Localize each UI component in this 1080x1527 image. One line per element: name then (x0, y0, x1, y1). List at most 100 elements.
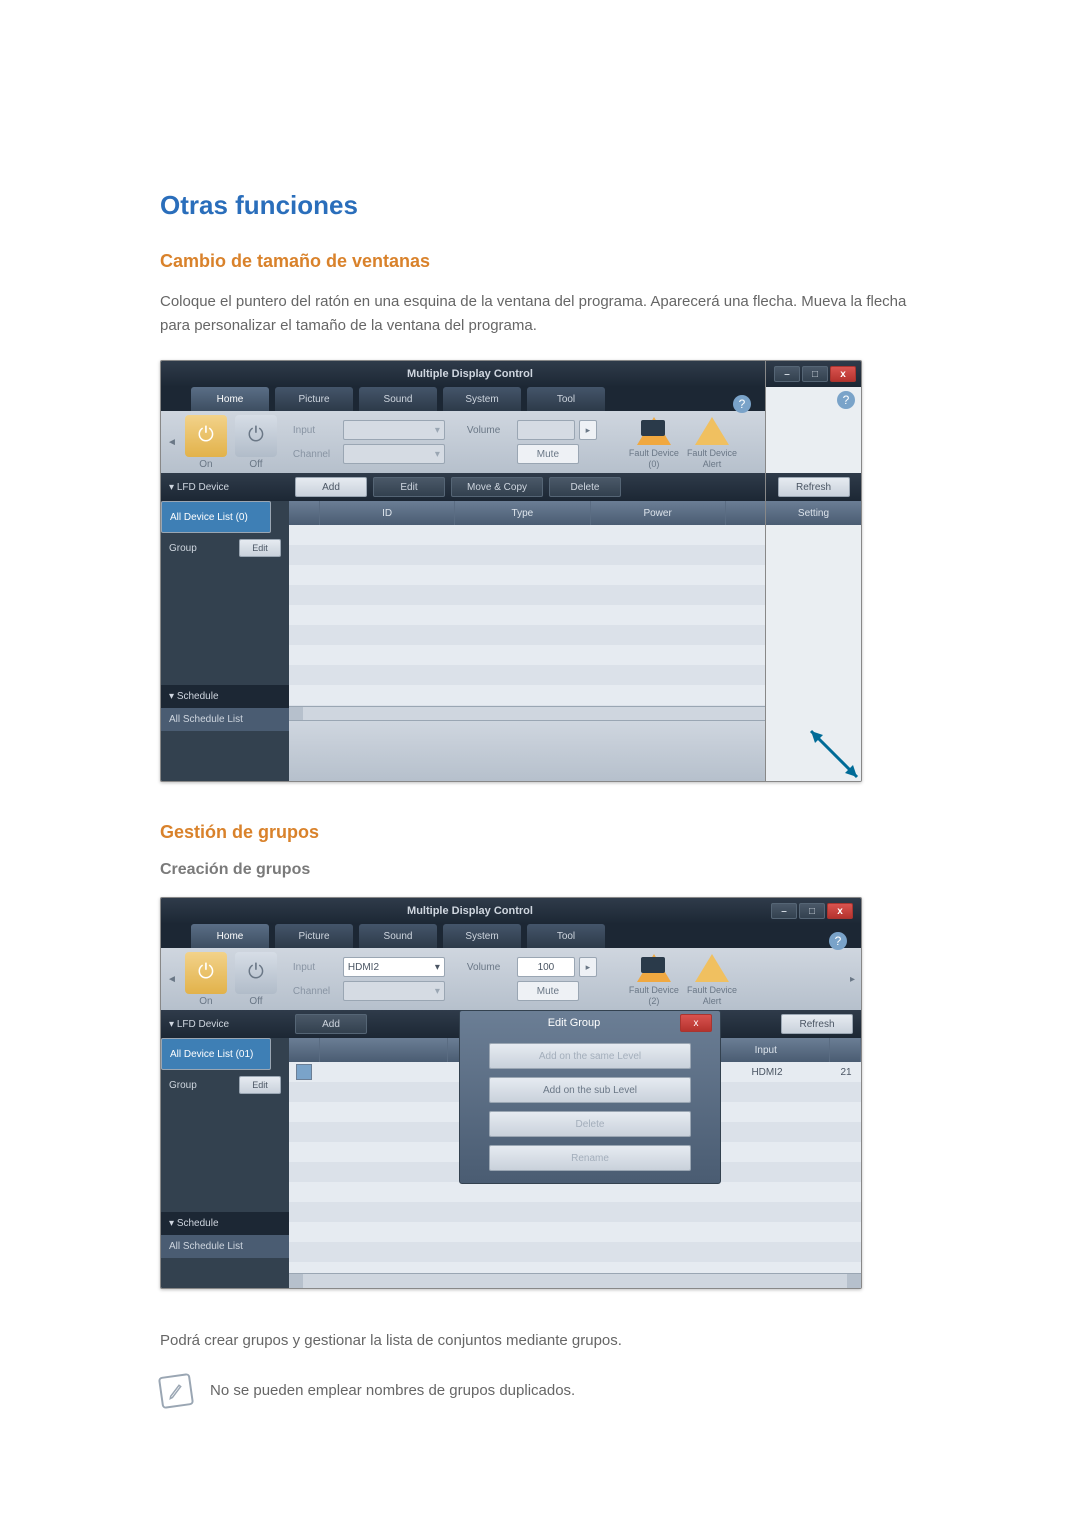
volume-up-button[interactable]: ▸ (579, 957, 597, 977)
channel-select[interactable]: ▾ (343, 981, 445, 1001)
power-off-label: Off (249, 459, 262, 470)
schedule-section[interactable]: ▾ Schedule (161, 685, 289, 708)
input-label: Input (293, 962, 339, 973)
action-bar: ▾ LFD Device Add Edit Move & Copy Delete… (161, 473, 861, 501)
help-icon[interactable]: ? (837, 391, 855, 409)
all-schedule-list[interactable]: All Schedule List (161, 1235, 289, 1258)
power-off-button[interactable]: ⏻ (235, 952, 277, 994)
move-copy-button[interactable]: Move & Copy (451, 477, 543, 497)
all-device-list[interactable]: All Device List (01) (161, 1038, 271, 1070)
edit-button[interactable]: Edit (373, 477, 445, 497)
help-icon[interactable]: ? (829, 932, 847, 950)
dialog-delete-button[interactable]: Delete (489, 1111, 691, 1137)
help-icon[interactable]: ? (733, 395, 751, 413)
volume-label: Volume (467, 962, 513, 973)
fault-device-count: (0) (648, 459, 659, 470)
refresh-button[interactable]: Refresh (781, 1014, 853, 1034)
group-row[interactable]: GroupEdit (161, 1070, 289, 1100)
resize-description: Coloque el puntero del ratón en una esqu… (160, 290, 920, 338)
toolbar: ◄ ⏻On ⏻Off InputHDMI2▾ Channel▾ Volume10… (161, 948, 861, 1010)
window-close-button[interactable]: x (827, 903, 853, 919)
fault-device-label: Fault Device (629, 448, 679, 459)
col-setting[interactable]: Setting (766, 501, 861, 525)
mute-button[interactable]: Mute (517, 981, 579, 1001)
add-same-level-button[interactable]: Add on the same Level (489, 1043, 691, 1069)
fault-alert-label: Fault Device (687, 985, 737, 996)
all-schedule-list[interactable]: All Schedule List (161, 708, 289, 731)
row-checkbox[interactable] (296, 1064, 312, 1080)
volume-value[interactable] (517, 420, 575, 440)
window-close-button[interactable]: x (830, 366, 856, 382)
lfd-device-section[interactable]: ▾ LFD Device (169, 1019, 289, 1030)
screenshot-groups: Multiple Display Control – □ x ? Home Pi… (160, 897, 862, 1289)
main-tabs: Home Picture Sound System Tool (161, 924, 861, 948)
add-button[interactable]: Add (295, 477, 367, 497)
tab-picture[interactable]: Picture (275, 924, 353, 948)
group-row[interactable]: GroupEdit (161, 533, 289, 563)
input-select[interactable]: HDMI2▾ (343, 957, 445, 977)
fault-device-count: (2) (648, 996, 659, 1007)
tab-tool[interactable]: Tool (527, 924, 605, 948)
mute-button[interactable]: Mute (517, 444, 579, 464)
window-title: Multiple Display Control (169, 905, 771, 917)
channel-select[interactable]: ▾ (343, 444, 445, 464)
volume-value[interactable]: 100 (517, 957, 575, 977)
tab-system[interactable]: System (443, 924, 521, 948)
col-input[interactable]: Input (703, 1038, 831, 1062)
tab-system[interactable]: System (443, 387, 521, 411)
window-min-button[interactable]: – (771, 903, 797, 919)
scroll-right-icon[interactable]: ▸ (850, 974, 855, 985)
note-icon (158, 1373, 194, 1409)
fault-alert-sub: Alert (703, 459, 722, 470)
dialog-rename-button[interactable]: Rename (489, 1145, 691, 1171)
main-tabs: Home Picture Sound System Tool (161, 387, 861, 411)
col-id[interactable]: ID (320, 501, 455, 525)
window-max-button[interactable]: □ (802, 366, 828, 382)
scroll-left-icon[interactable]: ◄ (167, 437, 177, 448)
secondary-window: – □ x ? Refresh Setting (765, 361, 861, 781)
power-on-button[interactable]: ⏻ (185, 415, 227, 457)
toolbar: ◄ ⏻On ⏻Off Input▾ Channel▾ Volume▸ Mute … (161, 411, 861, 473)
device-table: wer Input HDMI2 21 Edit Group x (289, 1038, 861, 1288)
row-id: 21 (831, 1067, 861, 1078)
channel-label: Channel (293, 986, 339, 997)
add-button[interactable]: Add (295, 1014, 367, 1034)
window-min-button[interactable]: – (774, 366, 800, 382)
fault-alert-icon[interactable] (693, 414, 731, 448)
col-power[interactable]: Power (591, 501, 726, 525)
channel-label: Channel (293, 449, 339, 460)
volume-up-button[interactable]: ▸ (579, 420, 597, 440)
tab-sound[interactable]: Sound (359, 924, 437, 948)
section-resize-heading: Cambio de tamaño de ventanas (160, 251, 920, 272)
window-max-button[interactable]: □ (799, 903, 825, 919)
lfd-device-section[interactable]: ▾ LFD Device (169, 482, 289, 493)
input-label: Input (293, 425, 339, 436)
add-sub-level-button[interactable]: Add on the sub Level (489, 1077, 691, 1103)
fault-device-label: Fault Device (629, 985, 679, 996)
power-on-label: On (199, 459, 212, 470)
tab-home[interactable]: Home (191, 924, 269, 948)
fault-alert-icon[interactable] (693, 951, 731, 985)
tab-tool[interactable]: Tool (527, 387, 605, 411)
fault-device-icon[interactable] (635, 414, 673, 448)
schedule-section[interactable]: ▾ Schedule (161, 1212, 289, 1235)
all-device-list[interactable]: All Device List (0) (161, 501, 271, 533)
group-edit-button[interactable]: Edit (239, 1076, 281, 1094)
dialog-close-button[interactable]: x (680, 1014, 712, 1032)
input-select[interactable]: ▾ (343, 420, 445, 440)
power-on-button[interactable]: ⏻ (185, 952, 227, 994)
tab-sound[interactable]: Sound (359, 387, 437, 411)
power-off-button[interactable]: ⏻ (235, 415, 277, 457)
h-scrollbar[interactable] (289, 1273, 861, 1288)
page-title: Otras funciones (160, 190, 920, 221)
refresh-button[interactable]: Refresh (778, 477, 850, 497)
delete-button[interactable]: Delete (549, 477, 621, 497)
group-edit-button[interactable]: Edit (239, 539, 281, 557)
input-value: HDMI2 (348, 962, 379, 973)
tab-picture[interactable]: Picture (275, 387, 353, 411)
col-type[interactable]: Type (455, 501, 590, 525)
fault-alert-label: Fault Device (687, 448, 737, 459)
scroll-left-icon[interactable]: ◄ (167, 974, 177, 985)
tab-home[interactable]: Home (191, 387, 269, 411)
fault-device-icon[interactable] (635, 951, 673, 985)
